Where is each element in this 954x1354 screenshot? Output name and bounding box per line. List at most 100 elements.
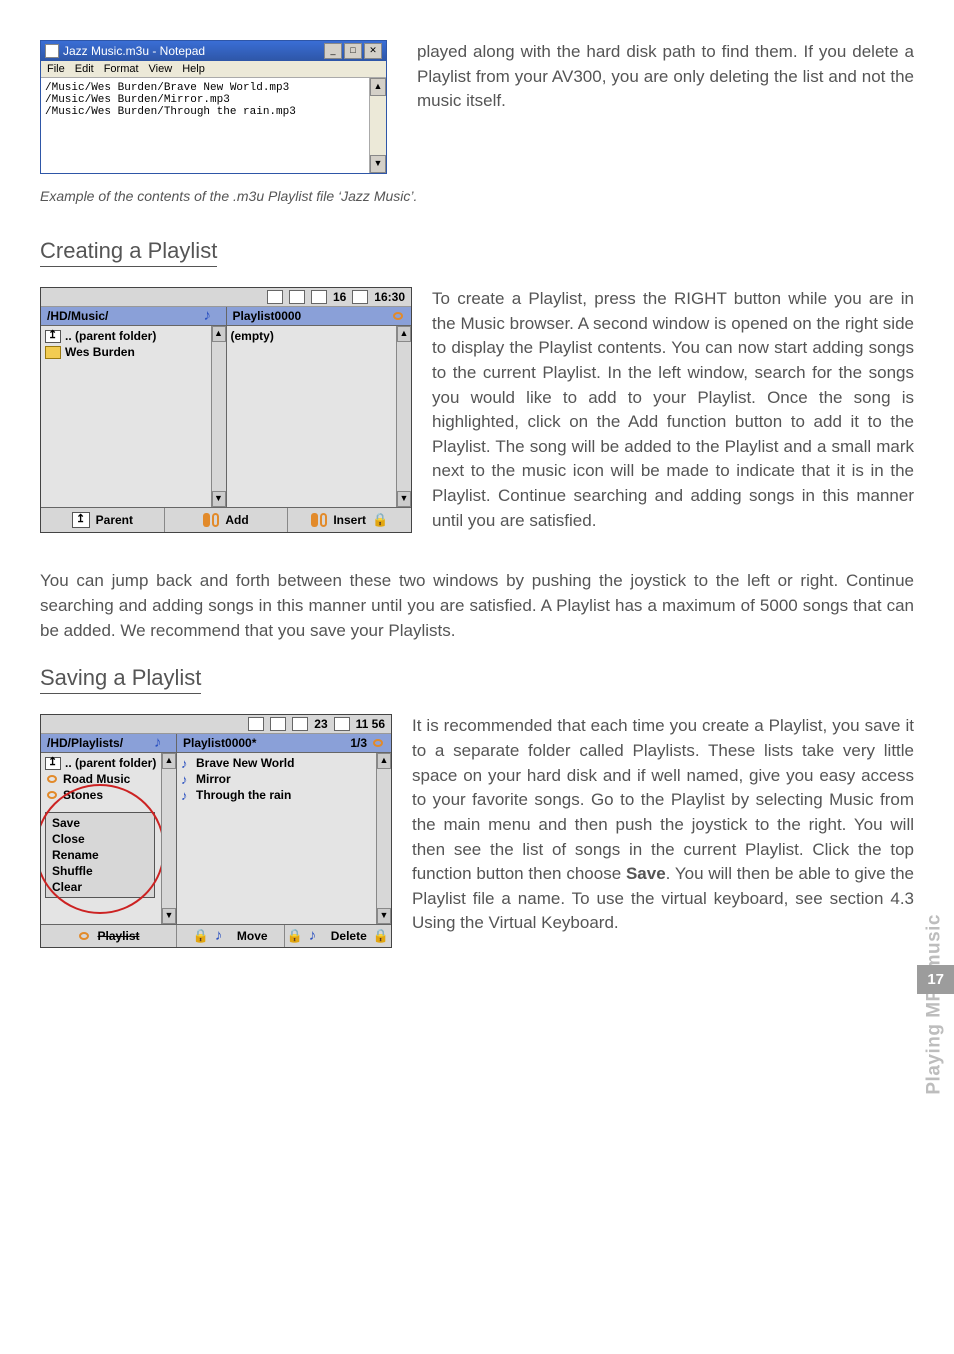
list-item[interactable]: Road Music	[45, 771, 172, 787]
status-count: 23	[314, 717, 327, 731]
menu-format[interactable]: Format	[104, 63, 139, 75]
pane-scrollbar[interactable]: ▲▼	[376, 753, 391, 924]
note-icon	[215, 929, 231, 943]
notepad-title: Jazz Music.m3u - Notepad	[63, 44, 205, 58]
battery-icon	[334, 717, 350, 731]
footer-delete-button[interactable]: Delete	[285, 925, 392, 947]
menu-rename[interactable]: Rename	[50, 847, 150, 863]
menu-save[interactable]: Save	[50, 815, 150, 831]
playlist-icon	[45, 789, 59, 801]
intro-paragraph: played along with the hard disk path to …	[417, 40, 914, 174]
music-icon	[154, 736, 170, 750]
create-paragraph-2: You can jump back and forth between thes…	[40, 569, 914, 643]
right-pane-count: 1/3	[350, 736, 367, 750]
footer-add-button[interactable]: Add	[165, 508, 289, 532]
footer-parent-button[interactable]: Parent	[41, 508, 165, 532]
scroll-down-icon[interactable]: ▼	[212, 491, 226, 507]
list-item[interactable]: Stones	[45, 787, 172, 803]
menu-help[interactable]: Help	[182, 63, 205, 75]
device-statusbar: 23 11 56	[41, 715, 391, 734]
lock-icon	[373, 929, 389, 943]
left-pane-path: /HD/Music/	[47, 309, 108, 323]
menu-clear[interactable]: Clear	[50, 879, 150, 895]
device-screenshot-save: 23 11 56 /HD/Playlists/ .. (parent folde…	[40, 714, 392, 948]
list-item[interactable]: .. (parent folder)	[45, 328, 222, 344]
notepad-content: /Music/Wes Burden/Brave New World.mp3 /M…	[41, 78, 369, 173]
status-icon	[248, 717, 264, 731]
scroll-down-icon[interactable]: ▼	[377, 908, 391, 924]
notepad-window: Jazz Music.m3u - Notepad _ □ ✕ File Edit…	[40, 40, 387, 174]
section-saving-playlist: Saving a Playlist	[40, 665, 201, 694]
device-footer: Parent Add Insert	[41, 507, 411, 532]
pane-scrollbar[interactable]: ▲▼	[396, 326, 411, 507]
notepad-menubar: File Edit Format View Help	[41, 61, 386, 78]
scroll-up-icon[interactable]: ▲	[397, 326, 411, 342]
menu-view[interactable]: View	[149, 63, 173, 75]
note-icon	[181, 789, 192, 801]
footer-playlist-button[interactable]: Playlist	[41, 925, 177, 947]
window-maximize-button[interactable]: □	[344, 43, 362, 59]
menu-shuffle[interactable]: Shuffle	[50, 863, 150, 879]
battery-icon	[352, 290, 368, 304]
note-icon	[181, 773, 192, 785]
menu-edit[interactable]: Edit	[75, 63, 94, 75]
playlist-icon	[391, 310, 405, 322]
scroll-down-icon[interactable]: ▼	[162, 908, 176, 924]
up-folder-icon	[45, 757, 61, 770]
list-item[interactable]: Wes Burden	[45, 344, 222, 360]
menu-close[interactable]: Close	[50, 831, 150, 847]
list-item[interactable]: Brave New World	[181, 755, 387, 771]
status-time: 16:30	[374, 290, 405, 304]
lock-icon	[372, 513, 388, 527]
right-pane-title: Playlist0000*	[183, 736, 256, 750]
notepad-app-icon	[45, 44, 59, 58]
status-icon	[270, 717, 286, 731]
lock-icon	[193, 929, 209, 943]
device-statusbar: 16 16:30	[41, 288, 411, 307]
save-bold: Save	[626, 864, 666, 883]
scroll-up-icon[interactable]: ▲	[377, 753, 391, 769]
footer-insert-button[interactable]: Insert	[288, 508, 411, 532]
context-menu: Save Close Rename Shuffle Clear	[45, 812, 155, 898]
status-count: 16	[333, 290, 346, 304]
pane-scrollbar[interactable]: ▲▼	[161, 753, 176, 924]
playlist-icon	[45, 773, 59, 785]
page-number: 17	[917, 965, 954, 994]
scroll-down-icon[interactable]: ▼	[370, 155, 386, 173]
list-item: (empty)	[231, 328, 408, 344]
window-minimize-button[interactable]: _	[324, 43, 342, 59]
notepad-scrollbar[interactable]: ▲ ▼	[369, 78, 386, 173]
status-icon	[267, 290, 283, 304]
note-icon	[309, 929, 325, 943]
scroll-up-icon[interactable]: ▲	[162, 753, 176, 769]
status-time: 11 56	[356, 717, 385, 731]
pane-scrollbar[interactable]: ▲▼	[211, 326, 226, 507]
playlist-icon	[371, 737, 385, 749]
device-footer: Playlist Move Delete	[41, 924, 391, 947]
status-icon	[289, 290, 305, 304]
browser-left-pane: /HD/Playlists/ .. (parent folder) Road M…	[41, 734, 177, 924]
scroll-down-icon[interactable]: ▼	[397, 491, 411, 507]
menu-file[interactable]: File	[47, 63, 65, 75]
ab-icon	[311, 513, 327, 527]
right-pane-title: Playlist0000	[233, 309, 302, 323]
notepad-titlebar: Jazz Music.m3u - Notepad _ □ ✕	[41, 41, 386, 61]
list-item[interactable]: Through the rain	[181, 787, 387, 803]
browser-right-pane: Playlist0000 (empty) ▲▼	[227, 307, 412, 507]
side-section-label: Playing MP3 music	[924, 914, 946, 1095]
window-close-button[interactable]: ✕	[364, 43, 382, 59]
device-screenshot-create: 16 16:30 /HD/Music/ .. (parent folder) W…	[40, 287, 412, 533]
status-icon	[292, 717, 308, 731]
music-icon	[204, 309, 220, 323]
parent-icon	[72, 512, 90, 528]
list-item[interactable]: Mirror	[181, 771, 387, 787]
up-folder-icon	[45, 330, 61, 343]
scroll-up-icon[interactable]: ▲	[370, 78, 386, 96]
playlist-icon	[77, 930, 91, 942]
footer-move-button[interactable]: Move	[177, 925, 285, 947]
section-creating-playlist: Creating a Playlist	[40, 238, 217, 267]
list-item[interactable]: .. (parent folder)	[45, 755, 172, 771]
scroll-up-icon[interactable]: ▲	[212, 326, 226, 342]
ab-icon	[203, 513, 219, 527]
browser-right-pane: Playlist0000* 1/3 Brave New World Mirror…	[177, 734, 391, 924]
